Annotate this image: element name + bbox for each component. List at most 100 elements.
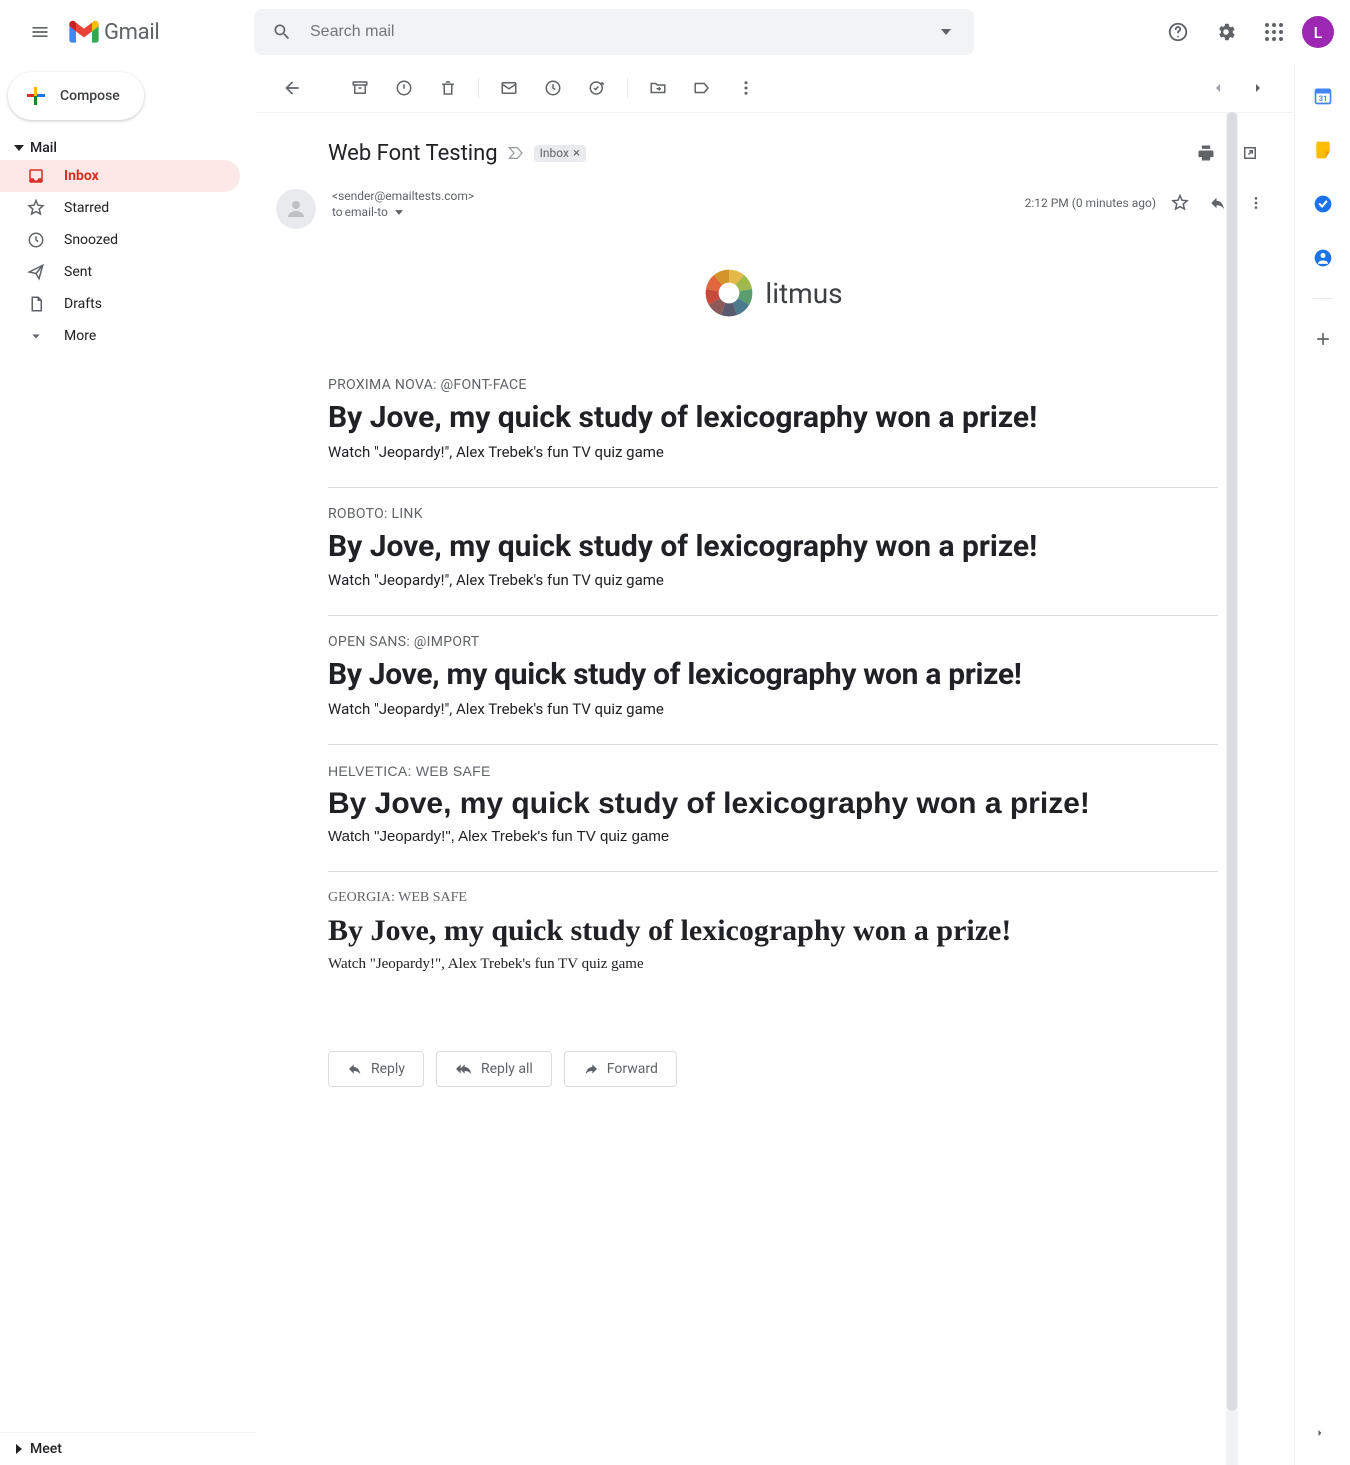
- add-task-button[interactable]: [577, 68, 617, 108]
- spam-button[interactable]: [384, 68, 424, 108]
- font-sample-label: GEORGIA: WEB SAFE: [328, 890, 1218, 906]
- star-button[interactable]: [1166, 189, 1194, 217]
- font-sample-text: Watch "Jeopardy!", Alex Trebek's fun TV …: [328, 828, 1218, 845]
- font-sample-heading: By Jove, my quick study of lexicography …: [328, 528, 1218, 566]
- search-icon[interactable]: [262, 12, 302, 52]
- get-addons-icon[interactable]: [1303, 319, 1343, 359]
- font-sample-text: Watch "Jeopardy!", Alex Trebek's fun TV …: [328, 956, 1218, 973]
- sidebar-item-sent[interactable]: Sent: [0, 256, 240, 288]
- scrollbar-thumb[interactable]: [1227, 112, 1237, 1411]
- forward-button[interactable]: Forward: [564, 1051, 677, 1087]
- sidebar-item-label: Inbox: [64, 168, 99, 184]
- print-button[interactable]: [1186, 133, 1226, 173]
- newer-button[interactable]: [1238, 68, 1278, 108]
- sidebar-item-starred[interactable]: Starred: [0, 192, 240, 224]
- message-pane: Web Font Testing Inbox× <sender@emailtes…: [256, 64, 1294, 1465]
- show-details-icon[interactable]: [395, 210, 403, 215]
- settings-icon[interactable]: [1206, 12, 1246, 52]
- main-menu-button[interactable]: [16, 8, 64, 56]
- inbox-label-chip[interactable]: Inbox×: [534, 145, 586, 162]
- older-button[interactable]: [1198, 68, 1238, 108]
- plus-icon: [24, 84, 48, 108]
- font-sample-text: Watch "Jeopardy!", Alex Trebek's fun TV …: [328, 571, 1218, 589]
- sidebar-item-label: Snoozed: [64, 232, 118, 248]
- svg-text:31: 31: [1318, 94, 1327, 103]
- send-icon: [26, 262, 46, 282]
- calendar-app-icon[interactable]: 31: [1303, 76, 1343, 116]
- font-sample-heading: By Jove, my quick study of lexicography …: [328, 785, 1218, 823]
- subject-row: Web Font Testing Inbox×: [256, 113, 1290, 181]
- font-sample-heading: By Jove, my quick study of lexicography …: [328, 912, 1218, 950]
- archive-button[interactable]: [340, 68, 380, 108]
- back-button[interactable]: [272, 68, 312, 108]
- remove-label-icon[interactable]: ×: [573, 146, 580, 161]
- litmus-wheel-icon: [703, 267, 755, 319]
- star-icon: [26, 198, 46, 218]
- sender-avatar[interactable]: [276, 189, 316, 229]
- sidebar-item-more[interactable]: More: [0, 320, 240, 352]
- more-button[interactable]: [726, 68, 766, 108]
- litmus-logo: litmus: [328, 267, 1218, 319]
- sidebar-item-drafts[interactable]: Drafts: [0, 288, 240, 320]
- tasks-app-icon[interactable]: [1303, 184, 1343, 224]
- font-sample-heading: By Jove, my quick study of lexicography …: [328, 399, 1218, 437]
- search-input[interactable]: [302, 23, 926, 41]
- gmail-logo-text: Gmail: [104, 20, 159, 45]
- message-more-button[interactable]: [1242, 189, 1270, 217]
- reply-all-button[interactable]: Reply all: [436, 1051, 552, 1087]
- font-sample-block: PROXIMA NOVA: @FONT-FACE By Jove, my quic…: [328, 359, 1218, 488]
- sender-row: <sender@emailtests.com> to email-to 2:12…: [256, 181, 1290, 237]
- keep-app-icon[interactable]: [1303, 130, 1343, 170]
- account-avatar[interactable]: L: [1302, 16, 1334, 48]
- recipient-row[interactable]: to email-to: [332, 205, 1025, 219]
- reply-actions: Reply Reply all Forward: [256, 1039, 1290, 1117]
- inbox-icon: [26, 166, 46, 186]
- gmail-logo-icon: [68, 19, 100, 45]
- font-sample-label: ROBOTO: LINK: [328, 506, 1218, 522]
- header: Gmail L: [0, 0, 1350, 64]
- compose-label: Compose: [60, 88, 120, 104]
- labels-button[interactable]: [682, 68, 722, 108]
- delete-button[interactable]: [428, 68, 468, 108]
- file-icon: [26, 294, 46, 314]
- sidebar-section-mail[interactable]: Mail: [0, 136, 256, 160]
- message-toolbar: [256, 64, 1294, 112]
- timestamp: 2:12 PM (0 minutes ago): [1025, 196, 1156, 210]
- snooze-button[interactable]: [533, 68, 573, 108]
- font-sample-heading: By Jove, my quick study of lexicography …: [328, 656, 1218, 694]
- compose-button[interactable]: Compose: [8, 72, 144, 120]
- collapse-panel-icon[interactable]: [1308, 1421, 1332, 1445]
- chevron-down-icon: [26, 326, 46, 346]
- font-sample-label: OPEN SANS: @IMPORT: [328, 634, 1218, 650]
- important-icon[interactable]: [508, 146, 524, 160]
- contacts-app-icon[interactable]: [1303, 238, 1343, 278]
- sidebar-item-label: Starred: [64, 200, 109, 216]
- scrollbar[interactable]: [1226, 112, 1238, 1465]
- litmus-logo-text: litmus: [765, 277, 842, 310]
- font-sample-text: Watch "Jeopardy!", Alex Trebek's fun TV …: [328, 443, 1218, 461]
- search-options-icon[interactable]: [926, 12, 966, 52]
- font-sample-block: GEORGIA: WEB SAFE By Jove, my quick study…: [328, 872, 1218, 999]
- gmail-logo[interactable]: Gmail: [64, 19, 244, 45]
- subject-text: Web Font Testing: [328, 141, 498, 166]
- font-sample-label: PROXIMA NOVA: @FONT-FACE: [328, 377, 1218, 393]
- side-panel: 31: [1294, 64, 1350, 1465]
- support-icon[interactable]: [1158, 12, 1198, 52]
- move-to-button[interactable]: [638, 68, 678, 108]
- sidebar-section-meet[interactable]: Meet: [0, 1432, 256, 1465]
- font-sample-label: HELVETICA: WEB SAFE: [328, 763, 1218, 779]
- email-body: litmus PROXIMA NOVA: @FONT-FACE By Jove, …: [256, 237, 1290, 1039]
- apps-grid-icon[interactable]: [1254, 12, 1294, 52]
- font-sample-block: HELVETICA: WEB SAFE By Jove, my quick stu…: [328, 745, 1218, 873]
- font-sample-block: OPEN SANS: @IMPORT By Jove, my quick stud…: [328, 616, 1218, 745]
- reply-button[interactable]: Reply: [328, 1051, 424, 1087]
- sidebar: Compose Mail Inbox Starred Snoozed Sent Draf…: [0, 64, 256, 1465]
- sidebar-item-inbox[interactable]: Inbox: [0, 160, 240, 192]
- mark-unread-button[interactable]: [489, 68, 529, 108]
- sidebar-item-snoozed[interactable]: Snoozed: [0, 224, 240, 256]
- sender-email: <sender@emailtests.com>: [332, 189, 1025, 203]
- search-bar[interactable]: [254, 9, 974, 55]
- sidebar-item-label: More: [64, 328, 96, 344]
- font-sample-text: Watch "Jeopardy!", Alex Trebek's fun TV …: [328, 700, 1218, 718]
- sidebar-item-label: Sent: [64, 264, 92, 280]
